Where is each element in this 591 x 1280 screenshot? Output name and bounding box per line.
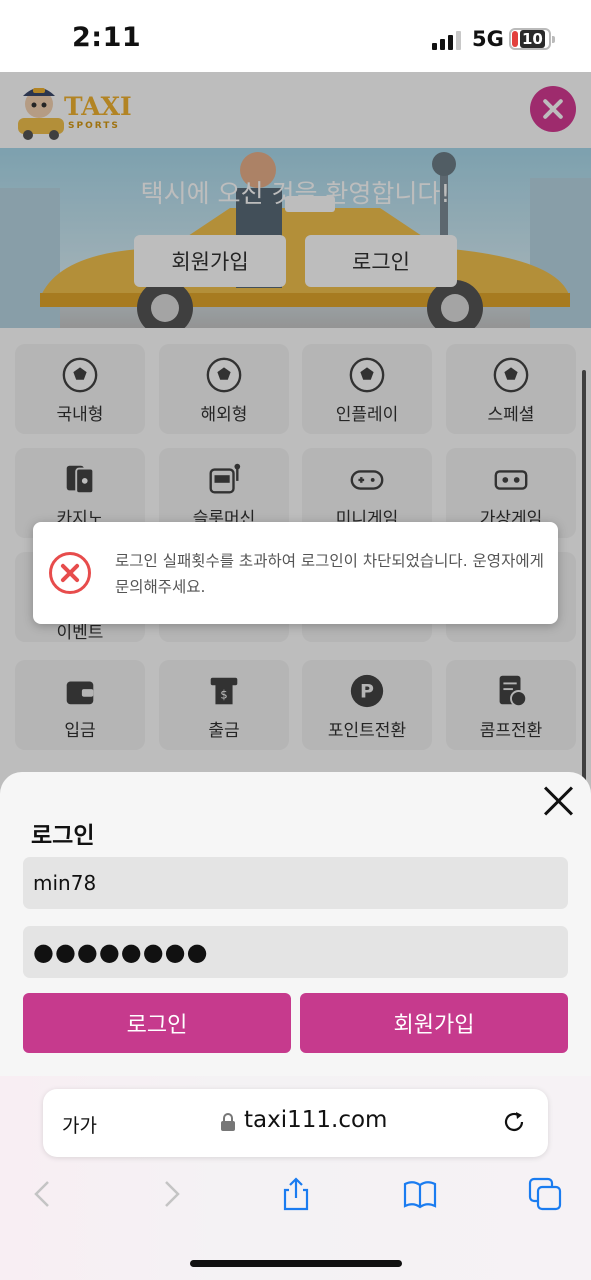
signal-icon bbox=[432, 30, 462, 50]
status-bar: 2:11 5G 10 bbox=[0, 0, 591, 72]
error-icon bbox=[49, 552, 91, 594]
error-toast: 로그인 실패횟수를 초과하여 로그인이 차단되었습니다. 운영자에게 문의해주세… bbox=[33, 522, 558, 624]
password-input[interactable] bbox=[23, 926, 568, 978]
signup-button[interactable]: 회원가입 bbox=[300, 993, 568, 1053]
status-time: 2:11 bbox=[72, 22, 142, 53]
username-input[interactable] bbox=[23, 857, 568, 909]
back-icon[interactable] bbox=[26, 1176, 62, 1212]
home-indicator[interactable] bbox=[190, 1260, 402, 1267]
battery-icon: 10 bbox=[509, 28, 555, 50]
reload-icon[interactable] bbox=[501, 1109, 527, 1135]
share-icon[interactable] bbox=[278, 1176, 314, 1212]
bookmarks-icon[interactable] bbox=[402, 1176, 438, 1212]
toast-message: 로그인 실패횟수를 초과하여 로그인이 차단되었습니다. 운영자에게 문의해주세… bbox=[115, 552, 544, 596]
address-bar[interactable]: 가가 taxi111.com bbox=[43, 1089, 548, 1157]
forward-icon[interactable] bbox=[154, 1176, 190, 1212]
url-text: taxi111.com bbox=[244, 1107, 388, 1133]
lock-icon bbox=[221, 1113, 235, 1131]
login-button[interactable]: 로그인 bbox=[23, 993, 291, 1053]
login-title: 로그인 bbox=[31, 823, 95, 849]
network-type: 5G bbox=[472, 27, 504, 51]
battery-level: 10 bbox=[520, 30, 545, 48]
close-icon[interactable] bbox=[544, 786, 574, 816]
login-sheet: 로그인 로그인 회원가입 bbox=[0, 772, 591, 1080]
browser-toolbar: 가가 taxi111.com bbox=[0, 1076, 591, 1280]
tabs-icon[interactable] bbox=[527, 1176, 563, 1212]
text-size-button[interactable]: 가가 bbox=[62, 1111, 97, 1138]
